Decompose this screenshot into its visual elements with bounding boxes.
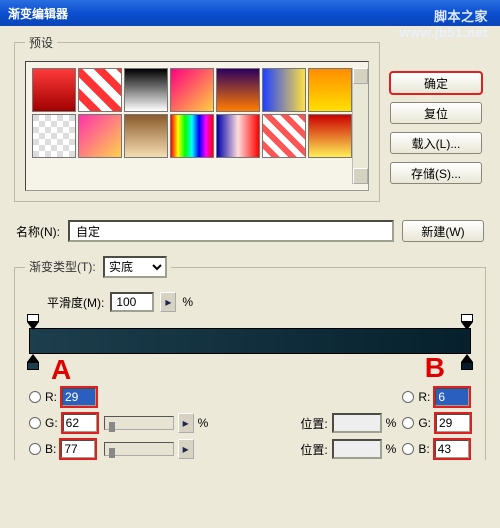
right-r-input[interactable] <box>434 387 470 407</box>
gradient-type-legend: 渐变类型(T): 实底 <box>25 256 171 278</box>
opacity-stop-right[interactable] <box>461 314 473 328</box>
preset-swatch[interactable] <box>32 114 76 158</box>
gradient-bar-area[interactable]: A B <box>29 328 471 354</box>
save-label: 存储(S)... <box>411 165 461 182</box>
gradient-settings-group: 渐变类型(T): 实底 平滑度(M): ▸ % A B R: <box>14 256 486 460</box>
ok-button[interactable]: 确定 <box>390 72 482 94</box>
presets-group: 预设 <box>14 34 380 202</box>
slider-arrow-icon[interactable]: ▸ <box>178 439 194 459</box>
preset-swatch[interactable] <box>308 114 352 158</box>
annotation-b: B <box>425 352 445 384</box>
slider-arrow-icon[interactable]: ▸ <box>178 413 194 433</box>
right-g-input[interactable] <box>435 413 471 433</box>
pct-label4: % <box>386 442 397 456</box>
load-label: 载入(L)... <box>412 135 461 152</box>
name-input[interactable] <box>68 220 394 242</box>
new-label: 新建(W) <box>421 223 464 240</box>
left-b-input[interactable] <box>60 439 96 459</box>
scroll-down-icon[interactable] <box>353 168 368 184</box>
preset-swatch[interactable] <box>170 68 214 112</box>
preset-swatch[interactable] <box>308 68 352 112</box>
preset-swatch[interactable] <box>124 68 168 112</box>
annotation-a: A <box>51 354 71 386</box>
radio-g-left[interactable] <box>29 417 41 429</box>
position-input2[interactable] <box>332 439 382 459</box>
preset-swatch[interactable] <box>216 68 260 112</box>
opacity-slider[interactable] <box>104 416 174 430</box>
opacity-stop-left[interactable] <box>27 314 39 328</box>
smooth-input[interactable] <box>110 292 154 312</box>
scroll-up-icon[interactable] <box>353 68 368 84</box>
smooth-stepper-icon[interactable]: ▸ <box>160 292 176 312</box>
left-rgb-group: R: G: B: <box>29 386 98 460</box>
name-label: 名称(N): <box>16 223 60 240</box>
grad-type-select[interactable]: 实底 <box>103 256 167 278</box>
preset-swatch[interactable] <box>216 114 260 158</box>
window-title: 渐变编辑器 <box>8 5 68 22</box>
position-input[interactable] <box>332 413 382 433</box>
radio-g-right[interactable] <box>402 417 414 429</box>
position-label2: 位置: <box>300 441 327 458</box>
r-label-r: R: <box>418 390 430 404</box>
smooth-label: 平滑度(M): <box>47 294 104 311</box>
left-g-input[interactable] <box>62 413 98 433</box>
color-stop-right[interactable] <box>461 354 473 368</box>
color-slider[interactable] <box>104 442 174 456</box>
preset-swatch[interactable] <box>124 114 168 158</box>
gradient-bar[interactable] <box>29 328 471 354</box>
grad-type-label: 渐变类型(T): <box>29 260 96 274</box>
presets-scrollbar[interactable] <box>352 68 368 184</box>
b-label-r: B: <box>418 442 429 456</box>
right-b-input[interactable] <box>434 439 470 459</box>
preset-swatch[interactable] <box>262 68 306 112</box>
ok-label: 确定 <box>424 75 448 92</box>
preset-swatch[interactable] <box>170 114 214 158</box>
pct-label: % <box>182 295 193 309</box>
radio-b-right[interactable] <box>402 443 414 455</box>
preset-swatch[interactable] <box>78 114 122 158</box>
g-label: G: <box>45 416 58 430</box>
b-label: B: <box>45 442 56 456</box>
reset-label: 复位 <box>424 105 448 122</box>
right-rgb-group: R: G: B: <box>402 386 471 460</box>
r-label: R: <box>45 390 57 404</box>
preset-box[interactable] <box>25 61 369 191</box>
reset-button[interactable]: 复位 <box>390 102 482 124</box>
middle-controls: ▸ % 位置: % ▸ 位置: % <box>104 386 397 460</box>
preset-swatch[interactable] <box>32 68 76 112</box>
preset-swatch[interactable] <box>78 68 122 112</box>
new-button[interactable]: 新建(W) <box>402 220 484 242</box>
preset-swatch[interactable] <box>262 114 306 158</box>
radio-r-left[interactable] <box>29 391 41 403</box>
pct-label2: % <box>198 416 209 430</box>
position-label: 位置: <box>300 415 327 432</box>
save-button[interactable]: 存储(S)... <box>390 162 482 184</box>
g-label-r: G: <box>418 416 431 430</box>
radio-r-right[interactable] <box>402 391 414 403</box>
pct-label3: % <box>386 416 397 430</box>
load-button[interactable]: 载入(L)... <box>390 132 482 154</box>
radio-b-left[interactable] <box>29 443 41 455</box>
left-r-input[interactable] <box>61 387 97 407</box>
title-bar: 渐变编辑器 脚本之家 www.jb51.net <box>0 0 500 26</box>
color-stop-left[interactable] <box>27 354 39 368</box>
presets-legend: 预设 <box>25 34 57 51</box>
